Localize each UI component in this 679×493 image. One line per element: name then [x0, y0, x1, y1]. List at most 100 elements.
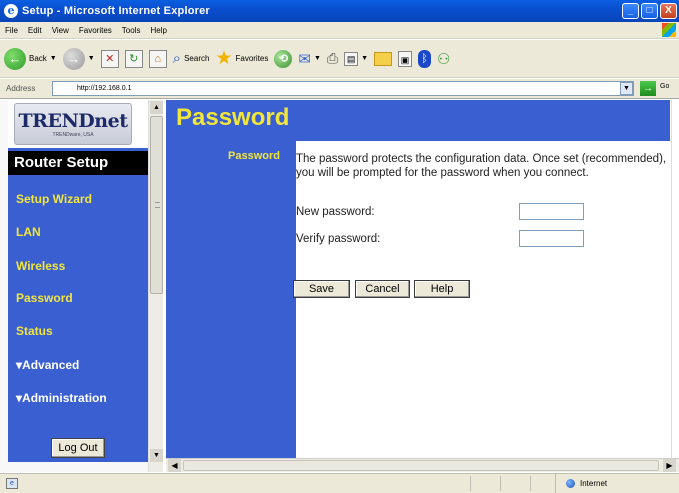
chevron-down-icon: ▼ [361, 55, 369, 62]
address-input[interactable]: http://192.168.0.1 [52, 81, 634, 96]
sidebar-item-wireless[interactable]: Wireless [16, 259, 65, 273]
help-button[interactable]: Help [414, 280, 470, 298]
close-button[interactable]: X [660, 3, 677, 19]
sidebar-item-status[interactable]: Status [16, 324, 53, 338]
document-icon: ▣ [398, 50, 413, 67]
chevron-down-icon: ▼ [49, 55, 57, 62]
section-label: Password [228, 150, 280, 162]
main-frame: Password Password The password protects … [166, 100, 670, 458]
sidebar-section-title: Router Setup [8, 151, 148, 175]
back-arrow-icon: ← [4, 47, 26, 70]
star-icon: ★ [215, 48, 233, 69]
section-column: Password [166, 141, 296, 458]
sidebar: TRENDnet TRENDware, USA Router Setup Set… [8, 100, 148, 462]
status-divider [500, 476, 501, 491]
globe-icon [566, 479, 575, 488]
messenger-icon: ⚇ [437, 50, 451, 68]
research-button[interactable]: ▣ [398, 50, 413, 67]
menu-tools[interactable]: Tools [117, 26, 146, 35]
logo-subtitle: TRENDware, USA [52, 132, 94, 138]
print-button[interactable]: ⎙ [327, 50, 338, 67]
new-password-label: New password: [296, 206, 375, 218]
new-password-field[interactable] [519, 203, 584, 220]
logo-text: TRENDnet [18, 110, 128, 132]
window-title: Setup - Microsoft Internet Explorer [22, 5, 210, 17]
mail-button[interactable]: ✉ ▼ [298, 50, 321, 68]
bluetooth-button[interactable]: ᛒ [418, 49, 432, 68]
scroll-up-icon[interactable]: ▲ [150, 101, 163, 114]
window-titlebar: e Setup - Microsoft Internet Explorer _ … [0, 0, 679, 22]
edit-icon: ▤ [344, 51, 359, 66]
back-label: Back [29, 54, 47, 63]
chevron-down-icon: ▼ [313, 55, 321, 62]
home-button[interactable]: ⌂ [148, 49, 167, 68]
menu-view[interactable]: View [47, 26, 74, 35]
favorites-button[interactable]: ★ Favorites [215, 47, 268, 70]
folder-icon [374, 51, 393, 66]
address-label: Address [6, 84, 36, 93]
mail-icon: ✉ [298, 50, 311, 68]
address-bar: Address http://192.168.0.1 ▼ → Go [0, 79, 679, 99]
sidebar-item-advanced[interactable]: ▾Advanced [16, 358, 79, 372]
print-icon: ⎙ [326, 50, 339, 66]
go-button[interactable]: → [640, 81, 656, 96]
bluetooth-icon: ᛒ [418, 49, 432, 68]
stop-button[interactable]: ✕ [100, 49, 119, 68]
go-label: Go [660, 83, 670, 90]
forward-button[interactable]: → ▼ [62, 47, 95, 70]
menu-edit[interactable]: Edit [23, 26, 47, 35]
forward-arrow-icon: → [62, 47, 85, 70]
edit-button[interactable]: ▤ ▼ [344, 51, 369, 66]
menu-bar: File Edit View Favorites Tools Help [0, 22, 679, 39]
security-zone: Internet [555, 474, 655, 493]
status-divider [470, 476, 471, 491]
scroll-down-icon[interactable]: ▼ [150, 449, 163, 462]
scrollbar-grip [155, 202, 160, 208]
scroll-right-icon[interactable]: ▶ [663, 459, 676, 472]
scrollbar-thumb[interactable] [150, 116, 163, 294]
ie-icon: e [4, 4, 18, 18]
status-divider [530, 476, 531, 491]
sidebar-item-administration[interactable]: ▾Administration [16, 391, 107, 405]
menu-favorites[interactable]: Favorites [74, 26, 117, 35]
left-frame: TRENDnet TRENDware, USA Router Setup Set… [0, 100, 163, 472]
refresh-button[interactable]: ↻ [124, 49, 143, 68]
save-button[interactable]: Save [293, 280, 350, 298]
history-icon: ⟲ [274, 49, 293, 68]
trendnet-logo: TRENDnet TRENDware, USA [14, 103, 132, 145]
chevron-down-icon: ▼ [87, 55, 95, 62]
sidebar-item-setup-wizard[interactable]: Setup Wizard [16, 192, 92, 206]
horizontal-scrollbar[interactable]: ◀ ▶ [166, 458, 679, 472]
menu-file[interactable]: File [0, 26, 23, 35]
password-description: The password protects the configuration … [296, 153, 667, 179]
zone-label: Internet [580, 479, 608, 488]
back-button[interactable]: ← Back ▼ [4, 47, 57, 70]
logout-button[interactable]: Log Out [51, 438, 105, 458]
sidebar-scrollbar[interactable]: ▲ ▼ [148, 100, 163, 472]
status-bar: e Internet [0, 473, 679, 493]
logo-area: TRENDnet TRENDware, USA [8, 100, 148, 148]
favorites-label: Favorites [235, 54, 269, 63]
page-banner: Password [166, 100, 670, 141]
search-button[interactable]: ⌕ Search [173, 50, 210, 67]
verify-password-field[interactable] [519, 230, 584, 247]
history-button[interactable]: ⟲ [274, 49, 293, 68]
home-icon: ⌂ [148, 49, 167, 68]
main-vertical-scrollbar[interactable] [671, 100, 679, 458]
folder-button[interactable] [374, 51, 393, 66]
maximize-button[interactable]: □ [641, 3, 658, 19]
page-content: TRENDnet TRENDware, USA Router Setup Set… [0, 100, 679, 472]
windows-logo-icon [662, 23, 676, 37]
sidebar-item-password[interactable]: Password [16, 291, 73, 305]
horizontal-scrollbar-thumb[interactable] [183, 460, 659, 471]
search-label: Search [184, 54, 210, 63]
menu-help[interactable]: Help [145, 26, 171, 35]
refresh-icon: ↻ [124, 49, 143, 68]
scroll-left-icon[interactable]: ◀ [168, 459, 181, 472]
address-dropdown-icon[interactable]: ▼ [620, 82, 633, 95]
page-title: Password [176, 104, 290, 131]
cancel-button[interactable]: Cancel [355, 280, 410, 298]
sidebar-item-lan[interactable]: LAN [16, 225, 41, 239]
messenger-button[interactable]: ⚇ [437, 50, 450, 68]
minimize-button[interactable]: _ [622, 3, 639, 19]
